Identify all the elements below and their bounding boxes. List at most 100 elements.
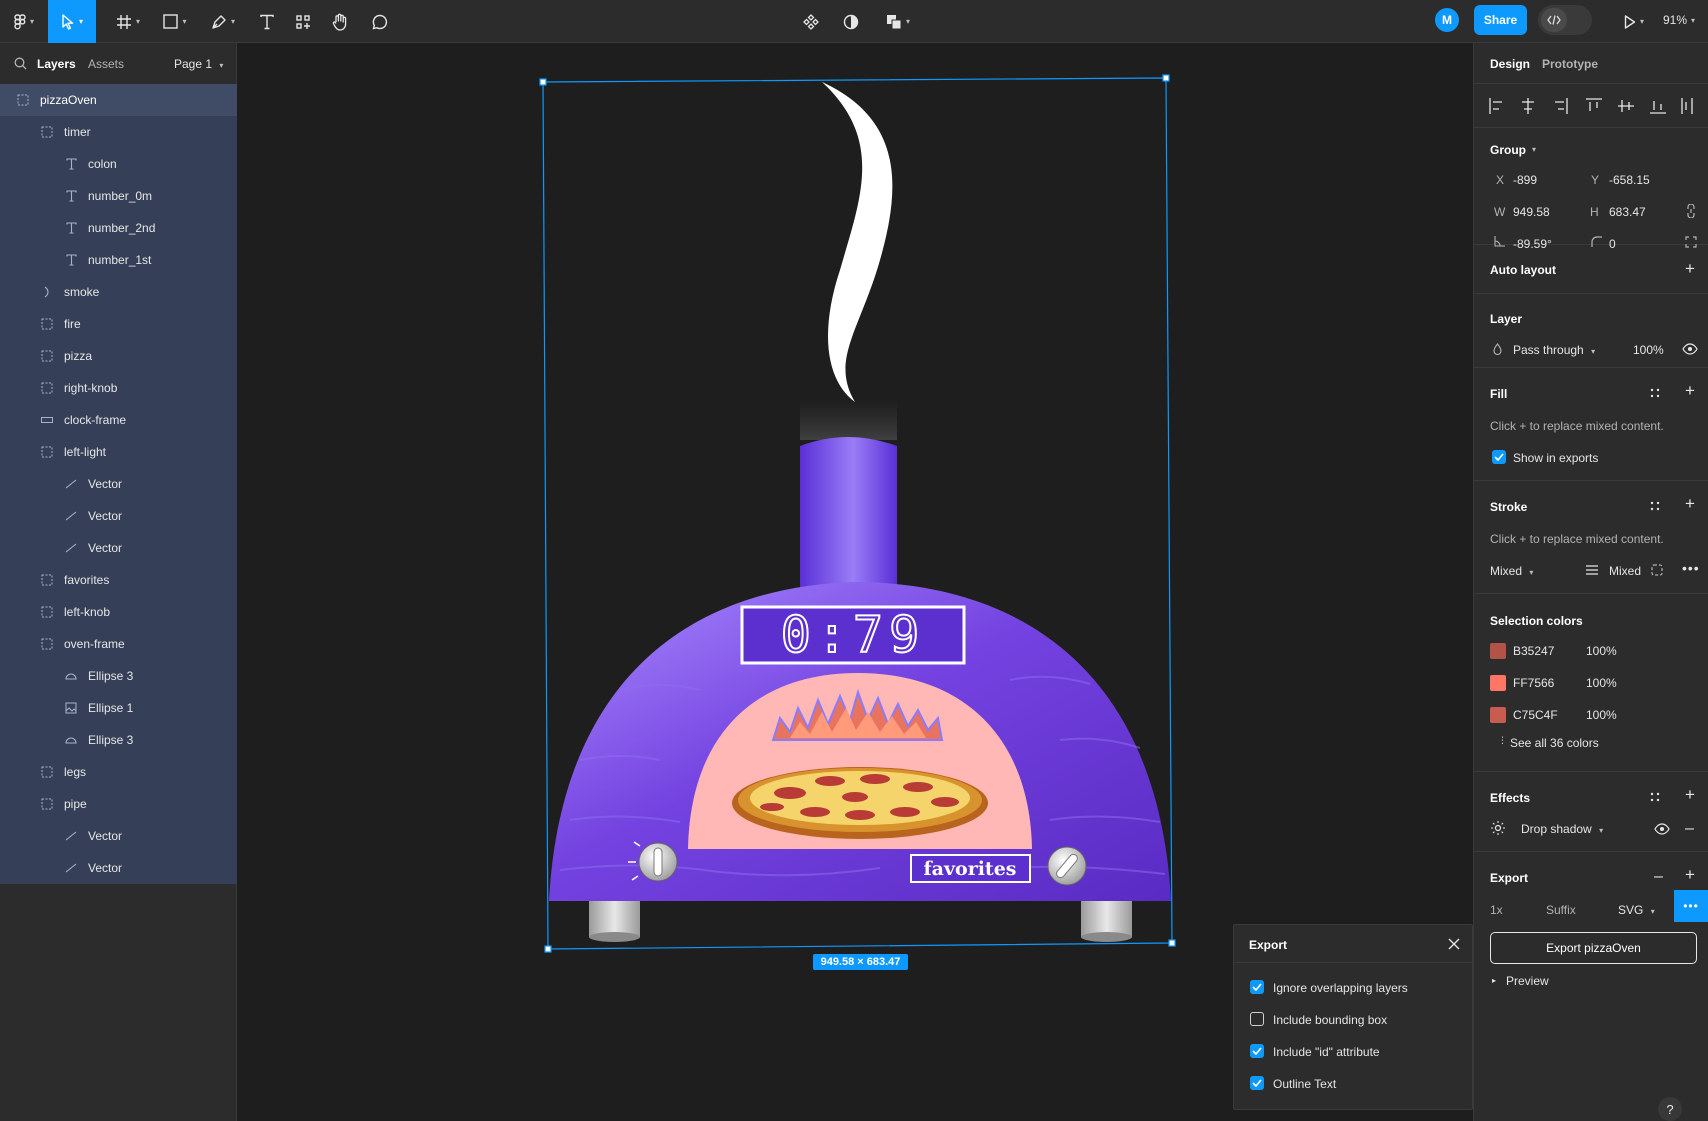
- layer-row[interactable]: Vector: [0, 532, 237, 564]
- timer-display[interactable]: 0:79: [740, 605, 966, 665]
- share-button[interactable]: Share: [1474, 5, 1527, 35]
- opacity-field[interactable]: 100%: [1633, 343, 1664, 357]
- frame-tool-button[interactable]: ▾: [108, 0, 148, 43]
- style-grid-icon[interactable]: [1650, 792, 1660, 802]
- layer-row[interactable]: pizza: [0, 340, 237, 372]
- layer-row[interactable]: fire: [0, 308, 237, 340]
- export-button[interactable]: Export pizzaOven: [1490, 932, 1697, 964]
- x-field[interactable]: -899: [1513, 173, 1537, 187]
- layer-row[interactable]: left-light: [0, 436, 237, 468]
- color-swatch[interactable]: [1490, 675, 1506, 691]
- color-opacity-field[interactable]: 100%: [1586, 708, 1617, 722]
- export-option[interactable]: Outline Text: [1234, 1067, 1472, 1099]
- avatar[interactable]: M: [1435, 8, 1459, 32]
- resources-tool-button[interactable]: [288, 0, 318, 43]
- left-knob[interactable]: [638, 842, 678, 882]
- see-all-colors-link[interactable]: See all 36 colors: [1510, 736, 1599, 750]
- hand-tool-button[interactable]: [325, 0, 355, 43]
- stroke-position-select[interactable]: Mixed ▾: [1490, 564, 1533, 578]
- tab-layers[interactable]: Layers: [37, 57, 76, 71]
- option-checkbox[interactable]: [1250, 1012, 1264, 1026]
- style-grid-icon[interactable]: [1650, 388, 1660, 398]
- layer-row[interactable]: clock-frame: [0, 404, 237, 436]
- layer-row[interactable]: number_1st: [0, 244, 237, 276]
- layer-row[interactable]: colon: [0, 148, 237, 180]
- layer-row[interactable]: pipe: [0, 788, 237, 820]
- oven-legs[interactable]: [589, 901, 1132, 942]
- layer-row[interactable]: right-knob: [0, 372, 237, 404]
- color-hex-field[interactable]: C75C4F: [1513, 708, 1558, 722]
- pizza-shape[interactable]: [732, 767, 988, 839]
- add-auto-layout-icon[interactable]: +: [1685, 259, 1695, 279]
- chevron-down-icon[interactable]: ▾: [1532, 145, 1536, 154]
- blend-mode-select[interactable]: Pass through ▾: [1513, 343, 1595, 357]
- more-options-icon[interactable]: •••: [1682, 560, 1700, 576]
- w-field[interactable]: 949.58: [1513, 205, 1550, 219]
- color-opacity-field[interactable]: 100%: [1586, 644, 1617, 658]
- stroke-sides-icon[interactable]: [1651, 564, 1663, 576]
- export-option[interactable]: Ignore overlapping layers: [1234, 971, 1472, 1003]
- layer-row[interactable]: Vector: [0, 500, 237, 532]
- favorites-sign[interactable]: favorites: [910, 854, 1031, 883]
- dev-mode-toggle[interactable]: [1538, 5, 1592, 35]
- remove-export-icon[interactable]: –: [1654, 868, 1663, 886]
- color-swatch[interactable]: [1490, 707, 1506, 723]
- pen-tool-button[interactable]: ▾: [203, 0, 243, 43]
- search-icon[interactable]: [14, 57, 27, 73]
- constrain-proportions-icon[interactable]: [1686, 204, 1696, 218]
- add-effect-icon[interactable]: +: [1685, 785, 1695, 805]
- option-checkbox[interactable]: [1250, 1076, 1264, 1090]
- export-suffix-field[interactable]: Suffix: [1546, 903, 1576, 917]
- layer-row[interactable]: Ellipse 3: [0, 724, 237, 756]
- layer-row[interactable]: Vector: [0, 468, 237, 500]
- remove-effect-icon[interactable]: –: [1685, 820, 1694, 838]
- layer-row[interactable]: legs: [0, 756, 237, 788]
- layer-row[interactable]: Vector: [0, 820, 237, 852]
- smoke-shape[interactable]: [822, 82, 893, 402]
- preview-label[interactable]: Preview: [1506, 974, 1549, 988]
- right-knob[interactable]: [1047, 846, 1087, 886]
- export-option[interactable]: Include "id" attribute: [1234, 1035, 1472, 1067]
- layer-row[interactable]: favorites: [0, 564, 237, 596]
- close-icon[interactable]: [1448, 938, 1460, 950]
- component-button[interactable]: [796, 0, 826, 43]
- present-button[interactable]: ▾: [1614, 0, 1654, 43]
- layer-row[interactable]: number_0m: [0, 180, 237, 212]
- layer-row[interactable]: Ellipse 3: [0, 660, 237, 692]
- layer-row[interactable]: Vector: [0, 852, 237, 884]
- tab-assets[interactable]: Assets: [88, 57, 124, 71]
- layer-row[interactable]: smoke: [0, 276, 237, 308]
- main-menu-button[interactable]: ▾: [6, 0, 42, 43]
- color-swatch[interactable]: [1490, 643, 1506, 659]
- boolean-button[interactable]: ▾: [878, 0, 918, 43]
- export-option[interactable]: Include bounding box: [1234, 1003, 1472, 1035]
- export-scale-field[interactable]: 1x: [1490, 903, 1503, 917]
- style-grid-icon[interactable]: [1650, 501, 1660, 511]
- text-tool-button[interactable]: [252, 0, 282, 43]
- layer-row[interactable]: pizzaOven: [0, 84, 237, 116]
- layer-row[interactable]: left-knob: [0, 596, 237, 628]
- tab-design[interactable]: Design: [1490, 57, 1530, 71]
- tab-prototype[interactable]: Prototype: [1542, 57, 1598, 71]
- effect-settings-icon[interactable]: [1491, 821, 1505, 835]
- group-label[interactable]: Group: [1490, 143, 1526, 157]
- color-opacity-field[interactable]: 100%: [1586, 676, 1617, 690]
- add-stroke-icon[interactable]: +: [1685, 494, 1695, 514]
- page-selector[interactable]: Page 1 ▾: [174, 57, 223, 71]
- layer-row[interactable]: oven-frame: [0, 628, 237, 660]
- add-fill-icon[interactable]: +: [1685, 381, 1695, 401]
- layer-row[interactable]: Ellipse 1: [0, 692, 237, 724]
- color-hex-field[interactable]: B35247: [1513, 644, 1554, 658]
- eye-icon[interactable]: [1682, 343, 1698, 355]
- pipe-shape[interactable]: [800, 437, 897, 600]
- layer-row[interactable]: timer: [0, 116, 237, 148]
- comment-tool-button[interactable]: [365, 0, 395, 43]
- chevron-right-icon[interactable]: ▸: [1492, 976, 1496, 985]
- layer-row[interactable]: number_2nd: [0, 212, 237, 244]
- option-checkbox[interactable]: [1250, 980, 1264, 994]
- export-settings-button[interactable]: •••: [1674, 890, 1708, 922]
- move-tool-button[interactable]: ▾: [48, 0, 96, 43]
- h-field[interactable]: 683.47: [1609, 205, 1646, 219]
- stroke-weight-field[interactable]: Mixed: [1609, 564, 1641, 578]
- help-button[interactable]: ?: [1658, 1097, 1682, 1121]
